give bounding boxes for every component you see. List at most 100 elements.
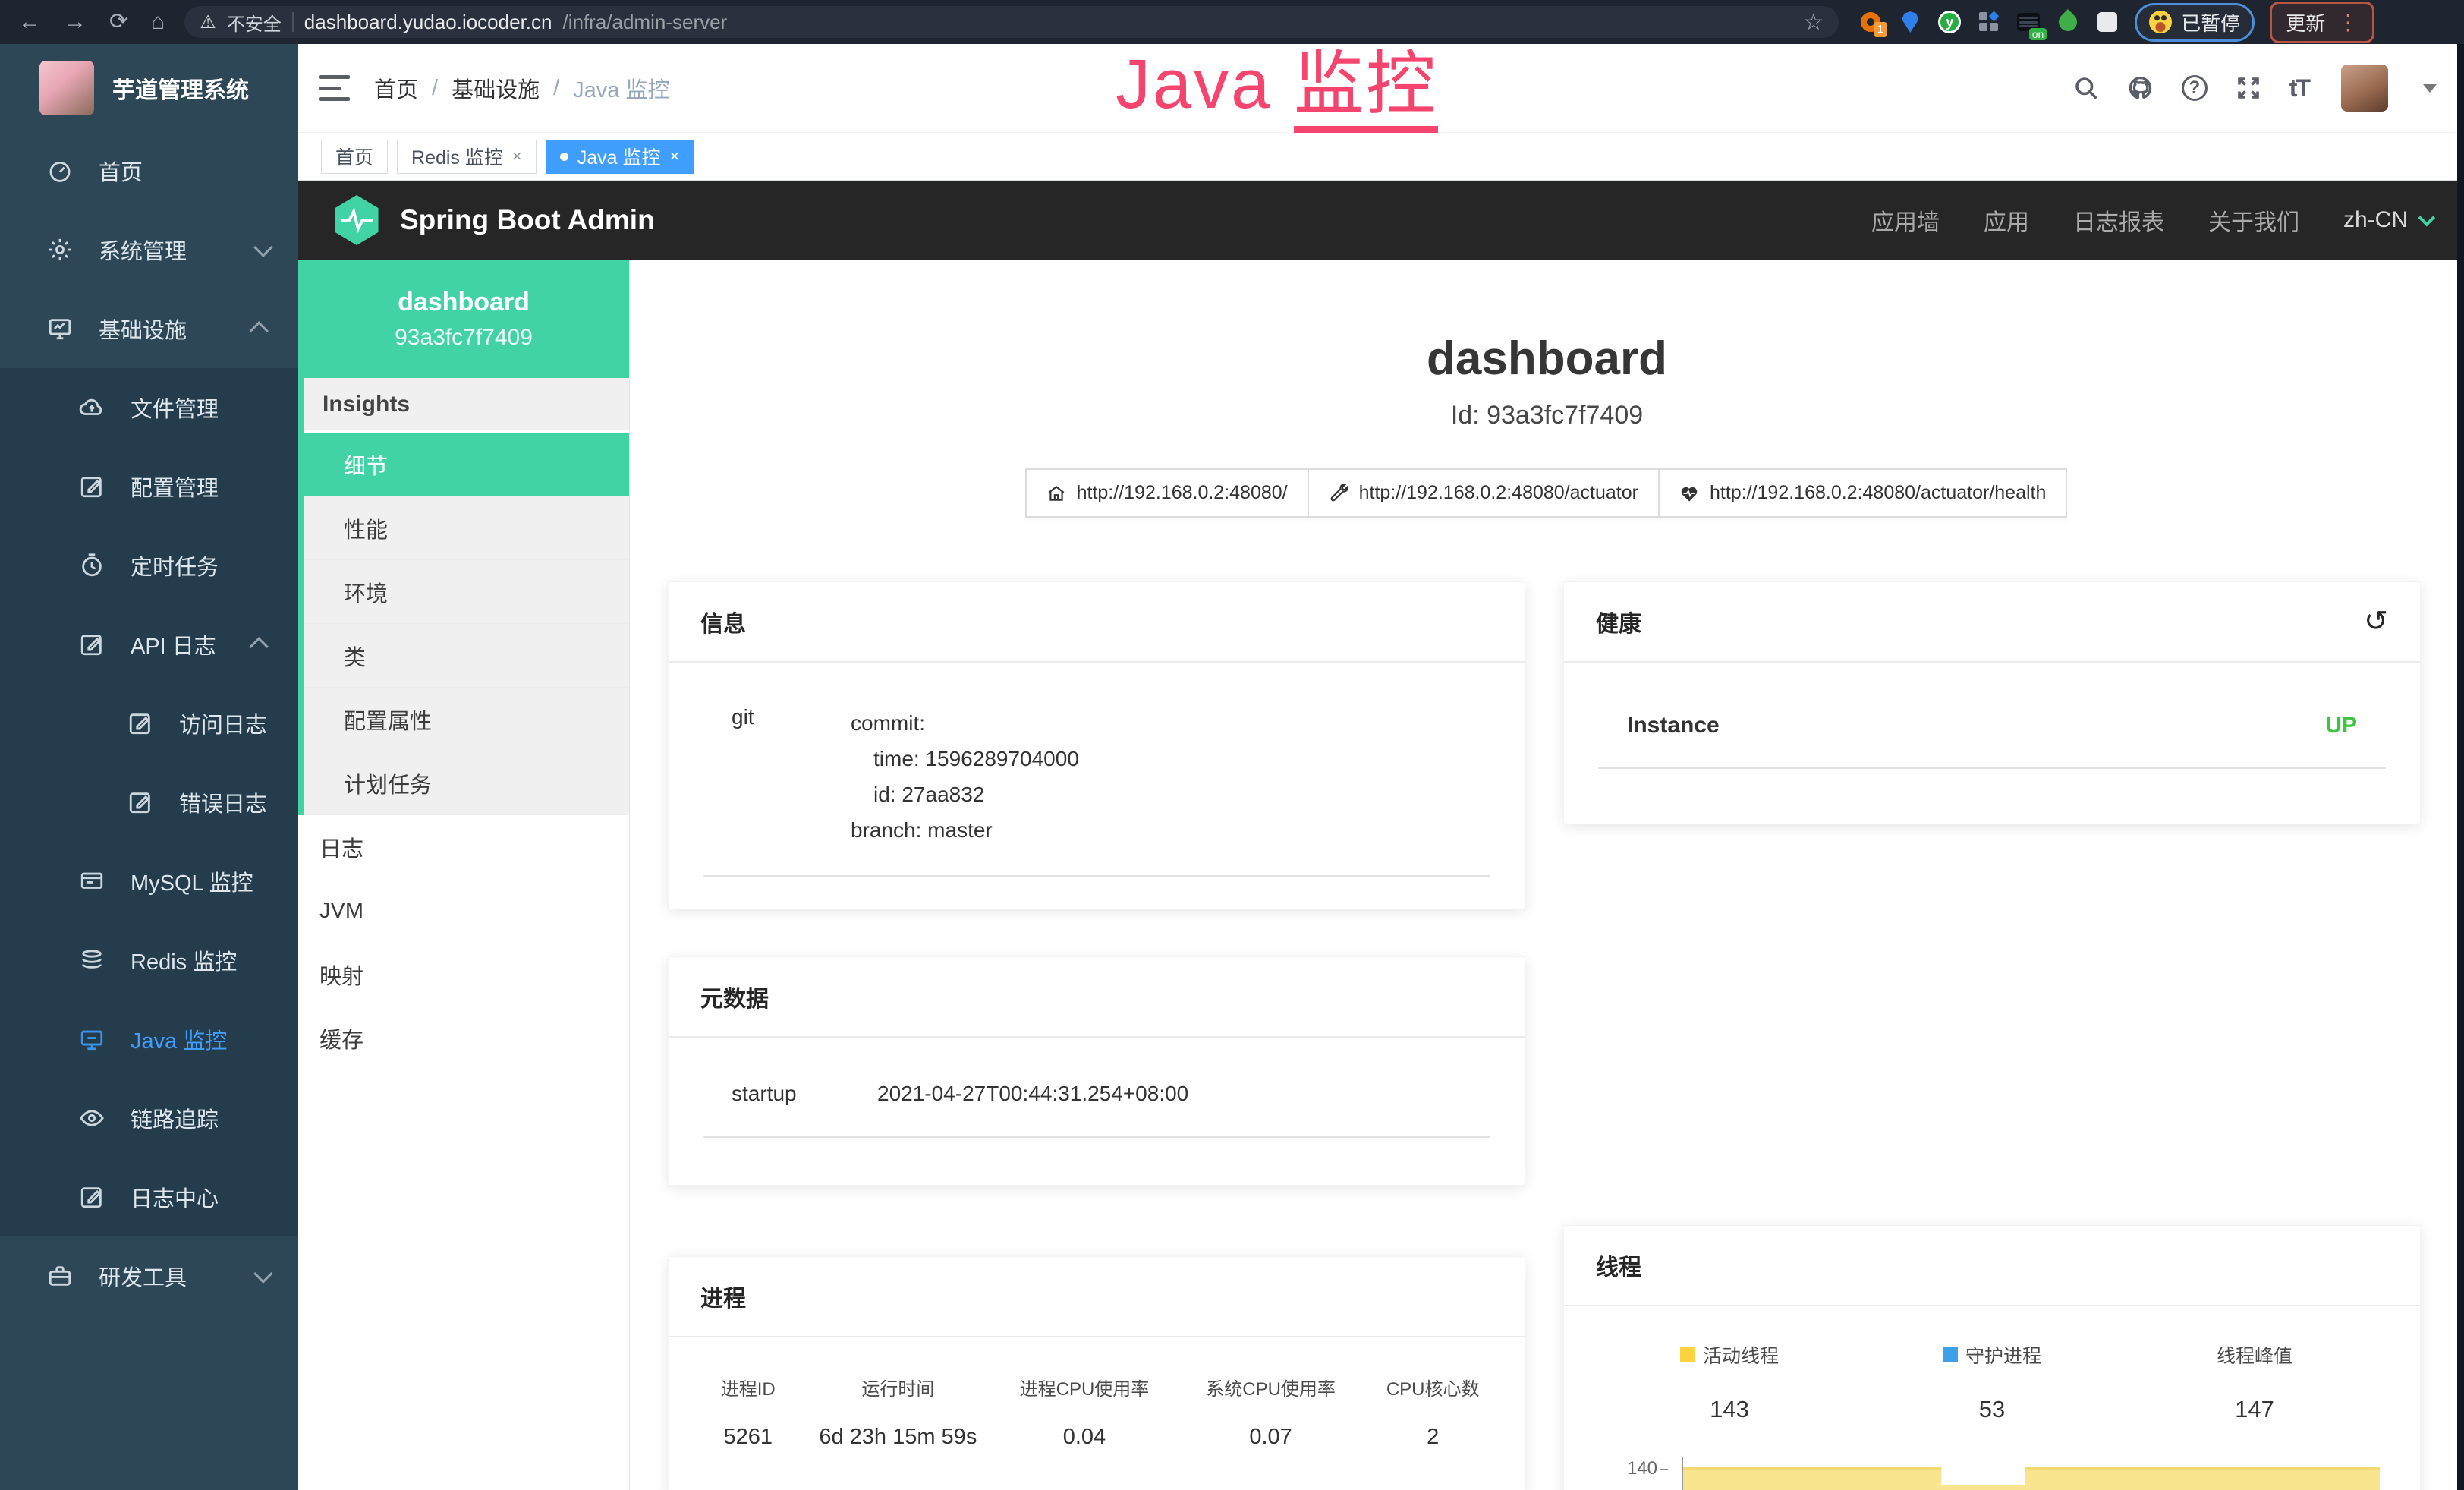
- instance-id-line: Id: 93a3fc7f7409: [630, 401, 2464, 430]
- page-title: dashboard: [630, 332, 2464, 386]
- forward-icon[interactable]: →: [64, 11, 87, 33]
- sidebar-item-error-logs[interactable]: 错误日志: [0, 763, 298, 842]
- instance-header[interactable]: dashboard 93a3fc7f7409: [298, 260, 629, 378]
- sidebar-item-tracing[interactable]: 链路追踪: [0, 1079, 298, 1158]
- info-row-value: commit: time: 1596289704000 id: 27aa832 …: [851, 705, 1079, 848]
- endpoint-buttons: http://192.168.0.2:48080/ http://192.168…: [630, 468, 2464, 518]
- sidebar-item-logs[interactable]: 日志: [298, 815, 629, 879]
- sba-nav-about[interactable]: 关于我们: [2208, 203, 2299, 237]
- breadcrumb-infra[interactable]: 基础设施: [452, 72, 540, 104]
- app-logo-row[interactable]: 芋道管理系统: [0, 44, 298, 131]
- reload-icon[interactable]: ⟳: [109, 11, 128, 33]
- sidebar-item-mysql-monitor[interactable]: MySQL 监控: [0, 842, 298, 921]
- address-bar[interactable]: ⚠ 不安全 dashboard.yudao.iocoder.cn/infra/a…: [184, 6, 1839, 38]
- security-label[interactable]: 不安全: [227, 9, 282, 36]
- sidebar-item-java-monitor[interactable]: Java 监控: [0, 1000, 298, 1079]
- tab-redis-monitor[interactable]: Redis 监控×: [397, 140, 537, 174]
- sidebar-item-config-mgmt[interactable]: 配置管理: [0, 447, 298, 526]
- sba-nav-wallboard[interactable]: 应用墙: [1871, 203, 1940, 237]
- display-icon: [79, 1026, 105, 1052]
- tab-home[interactable]: 首页: [321, 140, 388, 174]
- close-icon[interactable]: ×: [512, 146, 522, 166]
- sidebar-item-file-mgmt[interactable]: 文件管理: [0, 368, 298, 447]
- insights-item-details[interactable]: 细节: [304, 433, 629, 496]
- insights-item-scheduled-tasks[interactable]: 计划任务: [304, 751, 629, 815]
- github-icon[interactable]: [2127, 74, 2154, 102]
- extension-orange-icon[interactable]: 1: [1858, 10, 1883, 34]
- home-icon[interactable]: ⌂: [151, 11, 165, 33]
- tags-view: 首页 Redis 监控× Java 监控×: [298, 133, 2464, 181]
- system-cpu: 0.07: [1178, 1425, 1364, 1450]
- insights-item-classes[interactable]: 类: [304, 624, 629, 688]
- extension-leaf-icon[interactable]: [2056, 10, 2080, 34]
- chevron-down-icon: [253, 1264, 272, 1283]
- sidebar-item-mappings[interactable]: 映射: [298, 943, 629, 1006]
- close-icon[interactable]: ×: [670, 146, 680, 166]
- sidebar-item-scheduled-jobs[interactable]: 定时任务: [0, 526, 298, 605]
- sidebar-item-caches[interactable]: 缓存: [298, 1006, 629, 1070]
- main-content: dashboard Id: 93a3fc7f7409 http://192.16…: [630, 260, 2464, 1490]
- url-path: /infra/admin-server: [562, 11, 727, 34]
- info-card-title: 信息: [700, 605, 746, 638]
- edit-icon: [79, 632, 105, 657]
- sidebar-item-log-center[interactable]: 日志中心: [0, 1158, 298, 1236]
- back-icon[interactable]: ←: [18, 11, 41, 33]
- service-url-button[interactable]: http://192.168.0.2:48080/: [1025, 468, 1309, 518]
- sidebar-item-access-logs[interactable]: 访问日志: [0, 684, 298, 763]
- blue-swatch-icon: [1943, 1347, 1958, 1362]
- process-uptime: 6d 23h 15m 59s: [805, 1425, 992, 1450]
- bookmark-star-icon[interactable]: ☆: [1803, 9, 1824, 36]
- font-size-icon[interactable]: tT: [2289, 74, 2309, 102]
- window-scrollbar[interactable]: [2457, 44, 2464, 1490]
- metadata-row-label: startup: [703, 1082, 877, 1106]
- sba-nav-journal[interactable]: 日志报表: [2073, 203, 2164, 237]
- actuator-url-button[interactable]: http://192.168.0.2:48080/actuator: [1308, 468, 1660, 518]
- extension-switch-icon[interactable]: on: [2016, 10, 2041, 34]
- app-logo-image: [39, 61, 94, 115]
- sidebar-item-jvm[interactable]: JVM: [298, 879, 629, 943]
- gear-icon: [47, 237, 73, 263]
- extension-pin-icon[interactable]: [1898, 10, 1922, 34]
- user-avatar[interactable]: [2341, 65, 2388, 112]
- process-cpu: 0.04: [991, 1425, 1178, 1450]
- peak-threads-value: 147: [2235, 1396, 2274, 1423]
- threads-card: 线程 活动线程 143 守护进程: [1563, 1225, 2421, 1490]
- sba-brand[interactable]: Spring Boot Admin: [400, 204, 655, 236]
- extension-puzzle-icon[interactable]: [2095, 10, 2119, 34]
- breadcrumb-home[interactable]: 首页: [374, 72, 418, 104]
- hamburger-icon[interactable]: [319, 75, 350, 101]
- help-icon[interactable]: ?: [2182, 75, 2208, 101]
- browser-menu-icon[interactable]: ⋮: [2337, 10, 2359, 35]
- sidebar-item-api-logs[interactable]: API 日志: [0, 605, 298, 684]
- sidebar-item-infrastructure[interactable]: 基础设施: [0, 289, 298, 368]
- extension-green-y-icon[interactable]: y: [1937, 10, 1962, 34]
- process-pid: 5261: [691, 1425, 805, 1450]
- sidebar-item-system-mgmt[interactable]: 系统管理: [0, 210, 298, 289]
- fullscreen-icon[interactable]: [2235, 74, 2262, 102]
- tab-java-monitor[interactable]: Java 监控×: [546, 140, 694, 174]
- sidebar-item-home[interactable]: 首页: [0, 131, 298, 210]
- update-button[interactable]: 更新 ⋮: [2270, 2, 2374, 43]
- locale-select[interactable]: zh-CN: [2343, 207, 2431, 233]
- legend-live-threads: 活动线程 143: [1598, 1341, 1861, 1423]
- status-badge: UP: [2325, 713, 2357, 739]
- chevron-up-icon: [249, 321, 268, 340]
- profile-paused-pill[interactable]: 已暂停: [2135, 3, 2255, 42]
- insights-item-config-props[interactable]: 配置属性: [304, 688, 629, 751]
- sidebar-item-dev-tools[interactable]: 研发工具: [0, 1236, 298, 1315]
- extension-grid-icon[interactable]: [1977, 10, 2001, 34]
- insights-item-metrics[interactable]: 性能: [304, 496, 629, 560]
- column-header: 进程CPU使用率: [991, 1374, 1178, 1400]
- sidebar-item-redis-monitor[interactable]: Redis 监控: [0, 921, 298, 1000]
- avatar-caret-icon[interactable]: [2423, 84, 2437, 93]
- insights-item-environment[interactable]: 环境: [304, 560, 629, 624]
- health-url-button[interactable]: http://192.168.0.2:48080/actuator/health: [1658, 468, 2067, 518]
- legend-daemon-threads: 守护进程 53: [1861, 1341, 2123, 1423]
- breadcrumb: 首页 / 基础设施 / Java 监控: [374, 72, 669, 104]
- sba-nav-applications[interactable]: 应用: [1984, 203, 2029, 237]
- insights-section: Insights 细节 性能 环境 类 配置属性 计划任务: [298, 378, 629, 815]
- wrench-icon: [1329, 484, 1348, 503]
- history-icon[interactable]: ↺: [2364, 607, 2388, 636]
- live-threads-value: 143: [1710, 1396, 1749, 1423]
- search-icon[interactable]: [2072, 74, 2100, 102]
